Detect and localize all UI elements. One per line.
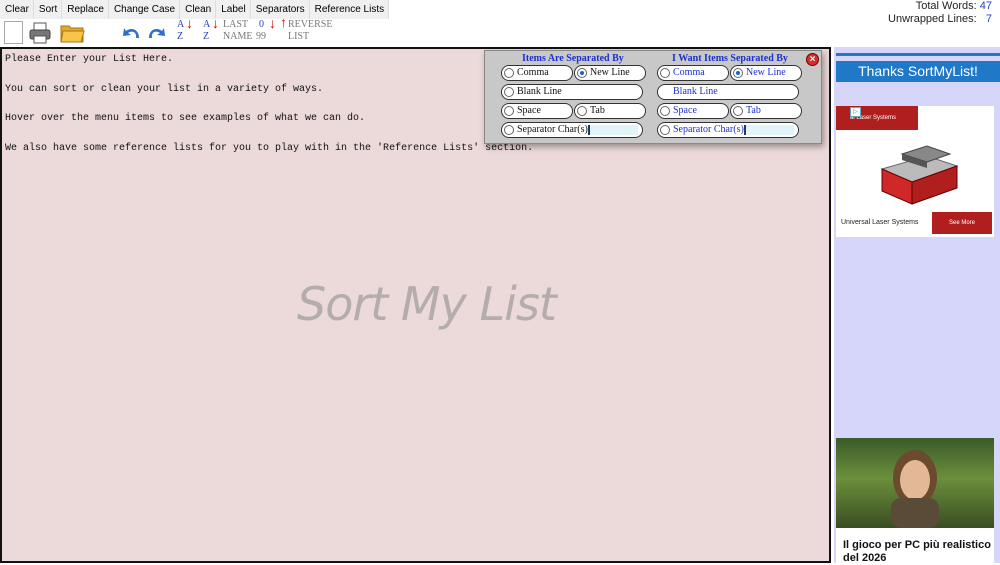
right-option-blank-line[interactable]: Blank Line	[657, 84, 799, 100]
option-label: Tab	[746, 105, 761, 116]
ad-game-title: Il gioco per PC più realistico del 2026	[843, 539, 991, 564]
character-portrait-image	[891, 450, 939, 528]
total-words-value: 47	[979, 0, 992, 12]
left-option-separator-chars[interactable]: Separator Char(s)	[501, 122, 643, 138]
left-option-space[interactable]: Space	[501, 103, 573, 119]
num-top: 0	[259, 19, 264, 30]
down-arrow-icon: ↓	[269, 17, 276, 32]
left-option-blank-line[interactable]: Blank Line	[501, 84, 643, 100]
total-words-label: Total Words:	[915, 0, 977, 12]
option-label: Blank Line	[517, 86, 562, 97]
radio-icon	[660, 68, 670, 78]
down-arrow-icon: ↓	[212, 17, 219, 32]
radio-icon	[733, 106, 743, 116]
radio-icon	[577, 68, 587, 78]
radio-icon	[733, 68, 743, 78]
right-option-separator-chars[interactable]: Separator Char(s)	[657, 122, 799, 138]
watermark-logo: Sort My List	[297, 277, 557, 331]
right-option-comma[interactable]: Comma	[657, 65, 729, 81]
word-stats: Total Words: 47 Unwrapped Lines: 7	[888, 0, 992, 26]
ad-game-image	[836, 438, 994, 528]
separators-dialog: Items Are Separated By I Want Items Sepa…	[484, 50, 822, 144]
reverse-bottom: LIST	[288, 31, 310, 42]
option-label: Tab	[590, 105, 605, 116]
right-option-new-line[interactable]: New Line	[730, 65, 802, 81]
right-option-space[interactable]: Space	[657, 103, 729, 119]
radio-icon	[660, 106, 670, 116]
unwrapped-lines-label: Unwrapped Lines:	[888, 13, 977, 25]
thanks-banner: Thanks SortMyList!	[836, 61, 1000, 82]
sidebar-stripe	[836, 53, 1000, 56]
sort-za-bottom: Z	[203, 31, 210, 42]
editor-line: We also have some reference lists for yo…	[5, 143, 534, 154]
left-option-tab[interactable]: Tab	[574, 103, 646, 119]
laser-machine-image	[880, 145, 959, 205]
menu-label[interactable]: Label	[216, 0, 251, 19]
option-label: New Line	[746, 67, 786, 78]
left-option-new-line[interactable]: New Line	[574, 65, 646, 81]
num-bottom: 99	[256, 31, 266, 42]
sort-az-bottom: Z	[177, 31, 184, 42]
menu-clear[interactable]: Clear	[0, 0, 34, 19]
radio-icon	[660, 125, 670, 135]
option-label: Separator Char(s)	[517, 124, 588, 135]
up-arrow-icon: ↑	[280, 16, 287, 31]
sort-numeric-button[interactable]: 0 99 ↓	[256, 18, 276, 42]
unwrapped-lines-value: 7	[985, 13, 992, 25]
option-label: Separator Char(s)	[673, 124, 744, 135]
option-label: Comma	[517, 67, 549, 78]
menu-reference-lists[interactable]: Reference Lists	[310, 0, 390, 19]
separator-chars-input[interactable]	[744, 125, 794, 135]
down-arrow-icon: ↓	[186, 17, 193, 32]
option-label: Comma	[673, 67, 705, 78]
undo-icon[interactable]	[122, 23, 142, 41]
new-document-icon[interactable]	[4, 21, 23, 44]
right-dialog-title: I Want Items Separated By	[672, 53, 788, 64]
option-label: Space	[517, 105, 541, 116]
option-label: Space	[673, 105, 697, 116]
last-name-bottom: NAME	[223, 31, 253, 42]
ad-caption: Universal Laser Systems	[841, 219, 919, 226]
option-label: New Line	[590, 67, 630, 78]
menu-sort[interactable]: Sort	[34, 0, 63, 19]
left-option-comma[interactable]: Comma	[501, 65, 573, 81]
sort-za-top: A	[203, 19, 211, 30]
separator-chars-input[interactable]	[588, 125, 638, 135]
sort-za-button[interactable]: A Z ↓	[203, 18, 219, 42]
sort-last-name-button[interactable]: LAST NAME	[223, 20, 252, 42]
right-option-tab[interactable]: Tab	[730, 103, 802, 119]
ad-laser-systems[interactable]: al Laser Systems ▷ Universal Laser Syste…	[836, 106, 994, 237]
editor-line: You can sort or clean your list in a var…	[5, 84, 324, 95]
radio-icon	[577, 106, 587, 116]
menu-replace[interactable]: Replace	[62, 0, 109, 19]
right-sidebar: Thanks SortMyList! al Laser Systems ▷ Un…	[834, 47, 1000, 564]
open-folder-icon[interactable]	[60, 23, 85, 43]
close-icon[interactable]: ×	[806, 53, 819, 66]
printer-icon[interactable]	[29, 22, 51, 44]
radio-icon	[504, 68, 514, 78]
sort-az-button[interactable]: A Z ↓	[177, 18, 193, 42]
radio-icon	[504, 87, 514, 97]
ad-choices-icon[interactable]: ▷	[850, 107, 861, 117]
toolbar: A Z ↓ A Z ↓ LAST NAME 0 99 ↓ ↑ REVERSE L…	[0, 16, 830, 46]
last-name-top: LAST	[223, 19, 248, 30]
radio-icon	[504, 106, 514, 116]
reverse-top: REVERSE	[288, 19, 333, 30]
left-dialog-title: Items Are Separated By	[522, 53, 624, 64]
ad-see-more-button[interactable]: See More	[932, 212, 992, 234]
ad-game[interactable]: Il gioco per PC più realistico del 2026	[836, 438, 994, 564]
editor-line: Hover over the menu items to see example…	[5, 113, 366, 124]
option-label: Blank Line	[673, 86, 718, 97]
ad-brand-tag: al Laser Systems	[836, 106, 918, 130]
menu-bar: Clear Sort Replace Change Case Clean Lab…	[0, 0, 390, 19]
sort-az-top: A	[177, 19, 185, 30]
editor-line: Please Enter your List Here.	[5, 54, 174, 65]
reverse-list-button[interactable]: ↑ REVERSE LIST	[280, 16, 333, 42]
menu-change-case[interactable]: Change Case	[109, 0, 181, 19]
radio-icon	[504, 125, 514, 135]
redo-icon[interactable]	[146, 23, 166, 41]
